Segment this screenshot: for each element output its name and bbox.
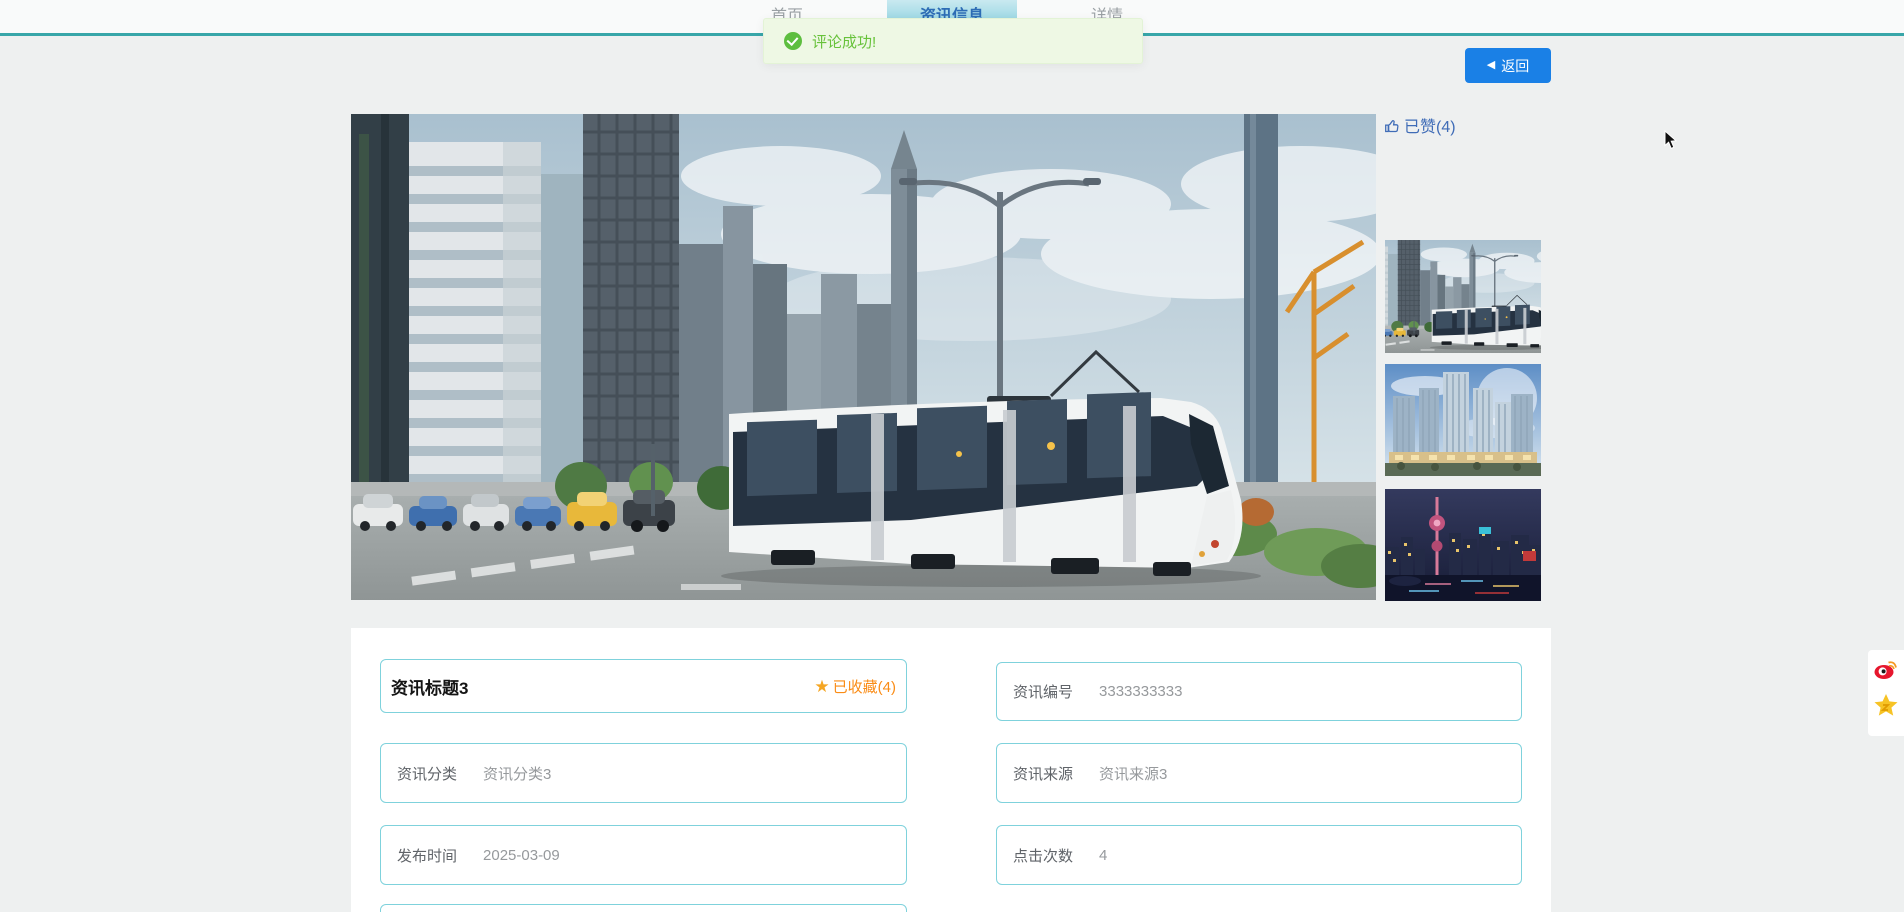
back-button-label: 返回 xyxy=(1501,57,1530,74)
night-skyline-thumbnail xyxy=(1385,489,1541,601)
mouse-cursor xyxy=(1664,130,1678,150)
title-field: 资讯标题3 ★ 已收藏(4) xyxy=(380,659,907,713)
field-label: 资讯分类 xyxy=(397,765,458,783)
back-arrow-icon: ◀ xyxy=(1486,59,1496,71)
back-button[interactable]: ◀ 返回 xyxy=(1465,48,1551,83)
field-label: 资讯来源 xyxy=(1013,765,1074,783)
star-icon: ★ xyxy=(814,676,830,696)
share-strip xyxy=(1868,650,1904,736)
residential-towers-thumbnail xyxy=(1385,364,1541,476)
field-label: 点击次数 xyxy=(1013,847,1074,865)
field-partial-next-row xyxy=(380,904,907,912)
success-toast: 评论成功! xyxy=(763,18,1143,64)
field-click-count: 点击次数 4 xyxy=(996,825,1522,885)
field-value: 资讯分类3 xyxy=(483,765,552,783)
field-news-number: 资讯编号 3333333333 xyxy=(996,662,1522,721)
like-label: 已赞(4) xyxy=(1404,119,1456,136)
hero-image xyxy=(351,114,1376,600)
thumb-up-icon xyxy=(1385,119,1399,132)
page: 首页 资讯信息 详情 评论成功! ◀ 返回 已赞(4) 资讯标题3 ★ 已收藏(… xyxy=(0,0,1904,912)
weibo-icon xyxy=(1874,661,1897,679)
detail-panel: 资讯标题3 ★ 已收藏(4) 资讯编号 3333333333 资讯分类 资讯分类… xyxy=(351,628,1551,912)
field-publish-time: 发布时间 2025-03-09 xyxy=(380,825,907,885)
success-check-icon xyxy=(784,32,802,50)
field-news-category: 资讯分类 资讯分类3 xyxy=(380,743,907,803)
field-label: 资讯编号 xyxy=(1013,684,1074,701)
toast-message: 评论成功! xyxy=(812,33,877,51)
article-title: 资讯标题3 xyxy=(391,678,469,698)
field-value: 2025-03-09 xyxy=(483,846,560,864)
favorite-button[interactable]: ★ 已收藏(4) xyxy=(814,676,896,697)
field-label: 发布时间 xyxy=(397,847,458,865)
weibo-share-button[interactable] xyxy=(1873,656,1899,682)
thumbnail-residential-towers[interactable] xyxy=(1385,364,1541,476)
thumbnail-night-skyline[interactable] xyxy=(1385,489,1541,601)
city-tram-photo xyxy=(351,114,1376,600)
qzone-share-button[interactable] xyxy=(1873,692,1899,718)
favorite-label: 已收藏(4) xyxy=(832,678,896,696)
thumbnail-city-tram[interactable] xyxy=(1385,240,1541,353)
field-news-source: 资讯来源 资讯来源3 xyxy=(996,743,1522,803)
field-value: 资讯来源3 xyxy=(1099,765,1168,783)
like-button[interactable]: 已赞(4) xyxy=(1384,113,1456,137)
qzone-star-icon xyxy=(1874,694,1898,716)
field-value: 3333333333 xyxy=(1099,683,1183,700)
field-value: 4 xyxy=(1099,846,1108,864)
city-tram-thumbnail xyxy=(1385,240,1541,353)
